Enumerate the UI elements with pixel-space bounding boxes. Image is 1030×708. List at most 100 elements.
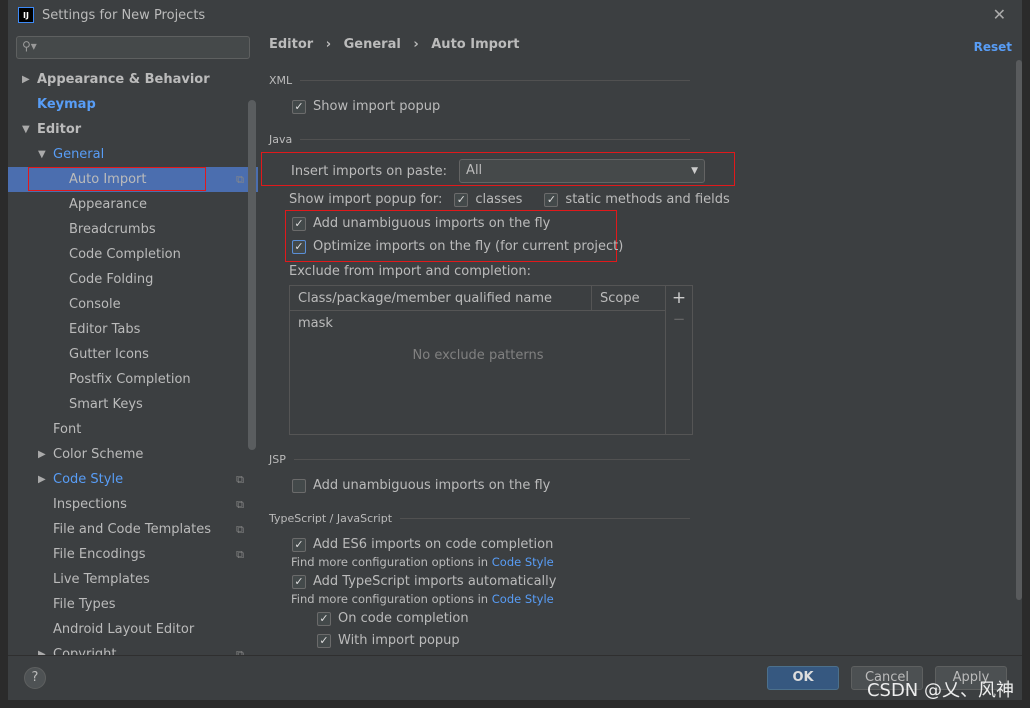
sidebar-item-code-folding[interactable]: Code Folding: [8, 267, 258, 292]
column-scope[interactable]: Scope: [592, 286, 666, 310]
sidebar-item-label: Editor: [37, 122, 82, 137]
highlight-box: [28, 167, 206, 191]
chevron-down-icon[interactable]: ▼: [22, 117, 30, 142]
static-methods-checkbox[interactable]: ✓: [544, 192, 559, 207]
sidebar-item-appearance[interactable]: Appearance: [8, 192, 258, 217]
column-mask[interactable]: Class/package/member qualified name mask: [290, 286, 592, 331]
sidebar-item-label: Font: [53, 422, 82, 437]
sidebar-item-label: File Encodings: [53, 547, 146, 562]
xml-section-title: XML: [269, 74, 690, 87]
sidebar-item-label: Copyright: [53, 647, 117, 655]
sidebar-item-smart-keys[interactable]: Smart Keys: [8, 392, 258, 417]
ok-button[interactable]: OK: [767, 666, 839, 690]
settings-sidebar: ⚲▾ ▶ Appearance & Behavior Keymap ▼ Editor ▼ G…: [8, 30, 258, 655]
classes-checkbox[interactable]: ✓: [454, 192, 469, 207]
breadcrumb: Editor › General › Auto Import: [269, 37, 520, 52]
sidebar-item-label: Code Folding: [69, 272, 154, 287]
sidebar-item-console[interactable]: Console: [8, 292, 258, 317]
sidebar-item-editor[interactable]: ▼ Editor: [8, 117, 258, 142]
sidebar-item-file-encodings[interactable]: File Encodings ⧉: [8, 542, 258, 567]
sidebar-item-label: Keymap: [37, 97, 96, 112]
sidebar-item-label: Editor Tabs: [69, 322, 141, 337]
ts-imports-checkbox[interactable]: ✓ Add TypeScript imports automatically: [292, 574, 556, 589]
sidebar-item-android-layout-editor[interactable]: Android Layout Editor: [8, 617, 258, 642]
sidebar-item-auto-import[interactable]: Auto Import ⧉: [8, 167, 258, 192]
remove-icon[interactable]: −: [666, 310, 692, 328]
jsp-section-title: JSP: [269, 453, 690, 466]
sidebar-item-label: File and Code Templates: [53, 522, 211, 537]
on-code-completion-checkbox[interactable]: ✓ On code completion: [317, 611, 469, 626]
chevron-down-icon: ▼: [691, 166, 699, 176]
chevron-right-icon[interactable]: ▶: [38, 442, 46, 467]
insert-imports-select[interactable]: All ▼: [459, 159, 706, 183]
project-scope-icon: ⧉: [236, 548, 244, 561]
add-icon[interactable]: +: [666, 286, 692, 310]
sidebar-item-color-scheme[interactable]: ▶ Color Scheme: [8, 442, 258, 467]
sidebar-scrollbar[interactable]: [248, 100, 256, 450]
sidebar-item-label: Color Scheme: [53, 447, 144, 462]
main-scrollbar[interactable]: [1016, 60, 1022, 600]
show-popup-for-row: Show import popup for: ✓ classes ✓ static …: [289, 192, 730, 207]
sidebar-item-label: Live Templates: [53, 572, 150, 587]
insert-imports-label: Insert imports on paste:: [291, 163, 448, 179]
intellij-logo-icon: IJ: [18, 7, 34, 23]
project-scope-icon: ⧉: [236, 173, 244, 186]
watermark: CSDN @乂、风神: [866, 680, 1014, 701]
close-icon[interactable]: ✕: [993, 5, 1006, 24]
empty-text: No exclude patterns: [412, 348, 544, 363]
project-scope-icon: ⧉: [236, 473, 244, 486]
more-config-text: Find more configuration options in Code …: [291, 555, 554, 569]
sidebar-item-gutter-icons[interactable]: Gutter Icons: [8, 342, 258, 367]
optimize-imports-checkbox[interactable]: ✓ Optimize imports on the fly (for curren…: [292, 239, 623, 254]
sidebar-item-label: Console: [69, 297, 121, 312]
sidebar-item-editor-tabs[interactable]: Editor Tabs: [8, 317, 258, 342]
ts-section-title: TypeScript / JavaScript: [269, 512, 690, 525]
help-button[interactable]: ?: [24, 667, 46, 689]
breadcrumb-general: General: [343, 37, 401, 52]
search-icon: ⚲▾: [22, 39, 37, 53]
sidebar-item-label: Code Style: [53, 472, 124, 487]
chevron-right-icon[interactable]: ▶: [22, 67, 30, 92]
breadcrumb-auto-import: Auto Import: [431, 37, 520, 52]
sidebar-item-label: Appearance & Behavior: [37, 72, 210, 87]
sidebar-item-label: Inspections: [53, 497, 127, 512]
exclude-table: Class/package/member qualified name mask…: [289, 285, 693, 435]
chevron-down-icon[interactable]: ▼: [38, 142, 46, 167]
sidebar-item-live-templates[interactable]: Live Templates: [8, 567, 258, 592]
xml-show-popup-checkbox[interactable]: ✓ Show import popup: [292, 99, 440, 114]
sidebar-item-file-types[interactable]: File Types: [8, 592, 258, 617]
unambiguous-imports-checkbox[interactable]: ✓ Add unambiguous imports on the fly: [292, 216, 550, 231]
es6-imports-checkbox[interactable]: ✓ Add ES6 imports on code completion: [292, 537, 553, 552]
jsp-unambiguous-checkbox[interactable]: Add unambiguous imports on the fly: [292, 478, 550, 493]
project-scope-icon: ⧉: [236, 523, 244, 536]
window-title: Settings for New Projects: [42, 7, 206, 23]
reset-link[interactable]: Reset: [974, 40, 1012, 54]
chevron-right-icon[interactable]: ▶: [38, 467, 46, 492]
chevron-right-icon[interactable]: ▶: [38, 642, 46, 655]
sidebar-item-keymap[interactable]: Keymap: [8, 92, 258, 117]
sidebar-item-font[interactable]: Font: [8, 417, 258, 442]
project-scope-icon: ⧉: [236, 648, 244, 655]
sidebar-item-code-style[interactable]: ▶ Code Style ⧉: [8, 467, 258, 492]
sidebar-item-postfix-completion[interactable]: Postfix Completion: [8, 367, 258, 392]
code-style-link[interactable]: Code Style: [492, 555, 554, 569]
project-scope-icon: ⧉: [236, 498, 244, 511]
sidebar-item-breadcrumbs[interactable]: Breadcrumbs: [8, 217, 258, 242]
sidebar-item-general[interactable]: ▼ General: [8, 142, 258, 167]
sidebar-item-inspections[interactable]: Inspections ⧉: [8, 492, 258, 517]
sidebar-item-file-and-code-templates[interactable]: File and Code Templates ⧉: [8, 517, 258, 542]
sidebar-item-code-completion[interactable]: Code Completion: [8, 242, 258, 267]
sidebar-item-label: Appearance: [69, 197, 148, 212]
code-style-link[interactable]: Code Style: [492, 592, 554, 606]
sidebar-item-appearance-behavior[interactable]: ▶ Appearance & Behavior: [8, 67, 258, 92]
sidebar-item-label: File Types: [53, 597, 116, 612]
sidebar-item-label: Code Completion: [69, 247, 181, 262]
auto-import-panel: Editor › General › Auto Import Reset XML…: [258, 30, 1022, 655]
settings-tree: ▶ Appearance & Behavior Keymap ▼ Editor ▼ Gene…: [8, 67, 258, 655]
sidebar-item-label: Smart Keys: [69, 397, 143, 412]
sidebar-item-label: General: [53, 147, 105, 162]
sidebar-item-copyright[interactable]: ▶ Copyright ⧉: [8, 642, 258, 655]
with-import-popup-checkbox[interactable]: ✓ With import popup: [317, 633, 460, 648]
title-bar: IJ Settings for New Projects ✕: [8, 0, 1022, 30]
search-input[interactable]: ⚲▾: [16, 36, 250, 59]
